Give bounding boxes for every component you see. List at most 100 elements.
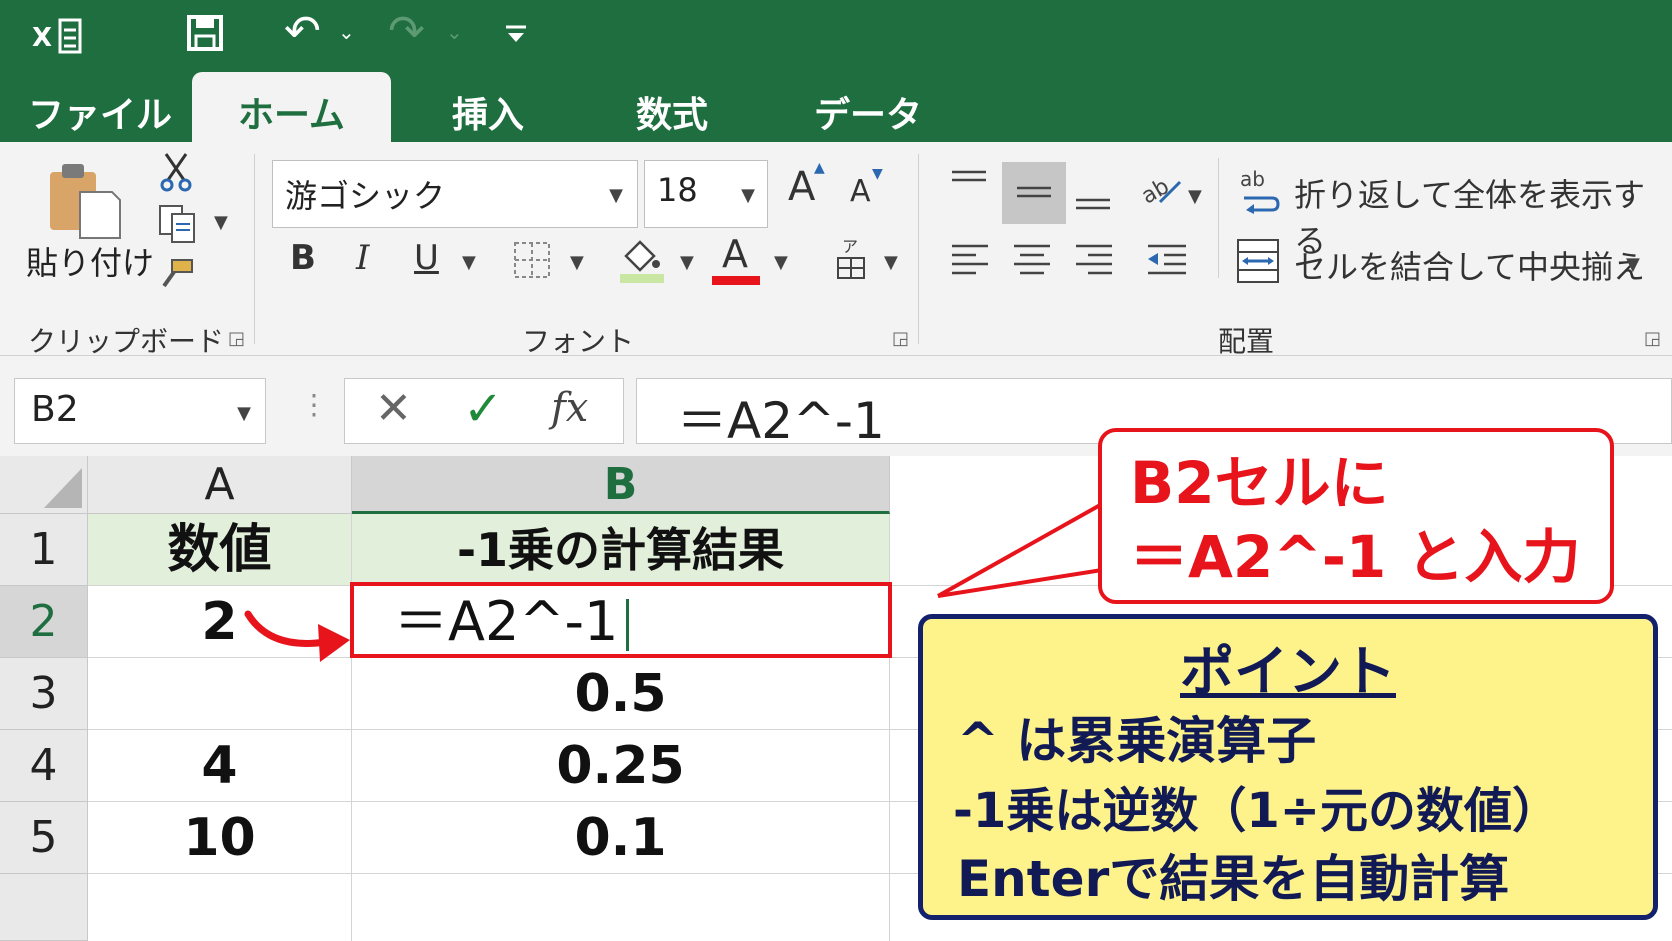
column-header-a[interactable]: A (88, 456, 352, 514)
chevron-down-icon[interactable]: ▼ (609, 185, 623, 206)
underline-button[interactable]: U (414, 238, 439, 278)
chevron-down-icon[interactable]: ▼ (774, 252, 788, 273)
cell-b6[interactable] (352, 874, 890, 941)
name-box[interactable]: B2 ▼ (14, 378, 266, 444)
callout-pointer-icon (937, 502, 1103, 598)
decrease-indent-icon[interactable] (1146, 242, 1188, 280)
chevron-down-icon[interactable]: ▼ (570, 252, 584, 273)
dialog-launcher-icon[interactable]: ◲ (228, 328, 245, 349)
ribbon: 貼り付け ▼ クリップボード ◲ 游ゴシック ▼ 18 ▼ A ▲ A ▼ B … (0, 142, 1672, 358)
cell-a5[interactable]: 10 (88, 802, 352, 874)
increase-arrow-icon: ▲ (814, 160, 825, 176)
cell-a3[interactable] (88, 658, 352, 730)
cancel-icon[interactable]: ✕ (375, 383, 412, 434)
svg-text:ab: ab (1240, 168, 1265, 191)
row-header-5[interactable]: 5 (0, 802, 88, 874)
chevron-down-icon[interactable]: ▼ (214, 212, 228, 233)
align-bottom-icon[interactable] (1072, 184, 1114, 214)
fill-color-icon[interactable] (618, 236, 666, 284)
chevron-down-icon[interactable]: ⌄ (446, 20, 463, 44)
undo-icon[interactable]: ↶ (284, 6, 321, 57)
align-center-icon[interactable] (1012, 242, 1052, 280)
align-middle-button[interactable] (1002, 162, 1066, 224)
tab-data[interactable]: データ (814, 86, 922, 138)
row-header-4[interactable]: 4 (0, 730, 88, 802)
group-label-alignment: 配置 (1218, 325, 1275, 358)
cell-a4[interactable]: 4 (88, 730, 352, 802)
group-divider (1218, 158, 1219, 278)
select-all-button[interactable] (0, 456, 88, 514)
cell-b4[interactable]: 0.25 (352, 730, 890, 802)
italic-button[interactable]: I (356, 238, 369, 278)
chevron-down-icon[interactable]: ⌄ (338, 20, 355, 44)
dialog-launcher-icon[interactable]: ◲ (1644, 328, 1661, 349)
enter-icon[interactable]: ✓ (463, 381, 503, 437)
save-icon[interactable] (186, 14, 224, 52)
merge-center-button[interactable]: セルを結合して中央揃え (1294, 242, 1645, 288)
phonetic-icon[interactable]: ア (834, 234, 870, 282)
column-header-b[interactable]: B (352, 456, 890, 514)
ribbon-tabs: ファイル ホーム 挿入 数式 データ (0, 66, 1672, 144)
cell-a1[interactable]: 数値 (88, 514, 352, 586)
increase-font-size-button[interactable]: A (788, 164, 815, 210)
row-header-1[interactable]: 1 (0, 514, 88, 586)
borders-icon[interactable] (512, 240, 552, 280)
row-header-6[interactable] (0, 874, 88, 941)
dialog-launcher-icon[interactable]: ◲ (892, 328, 909, 349)
cut-icon[interactable] (158, 152, 194, 192)
wrap-text-icon[interactable]: ab (1238, 168, 1282, 214)
group-divider (254, 154, 255, 344)
align-right-icon[interactable] (1074, 242, 1114, 280)
cell-b5[interactable]: 0.1 (352, 802, 890, 874)
paste-icon[interactable] (46, 160, 124, 240)
row-header-2[interactable]: 2 (0, 586, 88, 658)
merge-center-icon[interactable] (1236, 238, 1280, 284)
align-top-icon[interactable] (948, 168, 990, 198)
decrease-font-size-button[interactable]: A (850, 174, 871, 209)
font-name-combo[interactable]: 游ゴシック ▼ (272, 160, 638, 228)
cell-b3[interactable]: 0.5 (352, 658, 890, 730)
callout-line-2: ＝A2^-1 と入力 (1130, 523, 1581, 591)
font-size-combo[interactable]: 18 ▼ (644, 160, 768, 228)
group-label-font: フォント (522, 325, 635, 358)
font-name-value: 游ゴシック (285, 177, 446, 215)
cell-b1[interactable]: -1乗の計算結果 (352, 514, 890, 586)
font-size-value: 18 (657, 171, 698, 209)
chevron-down-icon[interactable]: ▼ (741, 185, 755, 206)
insert-function-icon[interactable]: fx (551, 385, 588, 431)
instruction-callout: B2セルに ＝A2^-1 と入力 (1098, 428, 1614, 604)
point-box: ポイント ^ は累乗演算子 -1乗は逆数（1÷元の数値） Enterで結果を自動… (918, 614, 1658, 920)
orientation-icon[interactable]: ab (1140, 168, 1184, 208)
arrow-icon (244, 610, 350, 662)
chevron-down-icon[interactable]: ▼ (462, 252, 476, 273)
row-header-3[interactable]: 3 (0, 658, 88, 730)
bold-button[interactable]: B (290, 238, 316, 278)
redo-icon[interactable]: ↷ (388, 6, 425, 57)
formula-buttons: ✕ ✓ fx (344, 378, 624, 444)
tab-home[interactable]: ホーム (192, 72, 391, 144)
tab-formulas[interactable]: 数式 (636, 86, 708, 138)
decrease-arrow-icon: ▼ (872, 166, 883, 182)
customize-qat-icon[interactable] (504, 24, 528, 44)
chevron-down-icon[interactable]: ▼ (680, 252, 694, 273)
cell-a6[interactable] (88, 874, 352, 941)
chevron-down-icon[interactable]: ▼ (1188, 186, 1202, 207)
align-middle-icon (1017, 186, 1051, 198)
title-bar: X ↶ ⌄ ↷ ⌄ (0, 0, 1672, 66)
point-title: ポイント (1180, 640, 1396, 703)
svg-text:ア: ア (842, 237, 858, 256)
tab-file[interactable]: ファイル (28, 86, 172, 138)
copy-icon[interactable] (158, 204, 198, 244)
select-all-triangle-icon (44, 468, 82, 508)
paste-label[interactable]: 貼り付け (26, 238, 154, 284)
chevron-down-icon[interactable]: ▼ (1626, 254, 1640, 275)
tab-insert[interactable]: 挿入 (452, 86, 524, 138)
align-left-icon[interactable] (950, 242, 990, 280)
chevron-down-icon[interactable]: ▼ (237, 403, 251, 424)
format-painter-icon[interactable] (160, 256, 196, 290)
formula-bar-splitter-icon[interactable]: ⋮ (300, 388, 328, 421)
font-color-button[interactable]: A (722, 232, 748, 276)
point-line-3: Enterで結果を自動計算 (957, 850, 1510, 908)
chevron-down-icon[interactable]: ▼ (884, 252, 898, 273)
group-divider (918, 154, 919, 344)
